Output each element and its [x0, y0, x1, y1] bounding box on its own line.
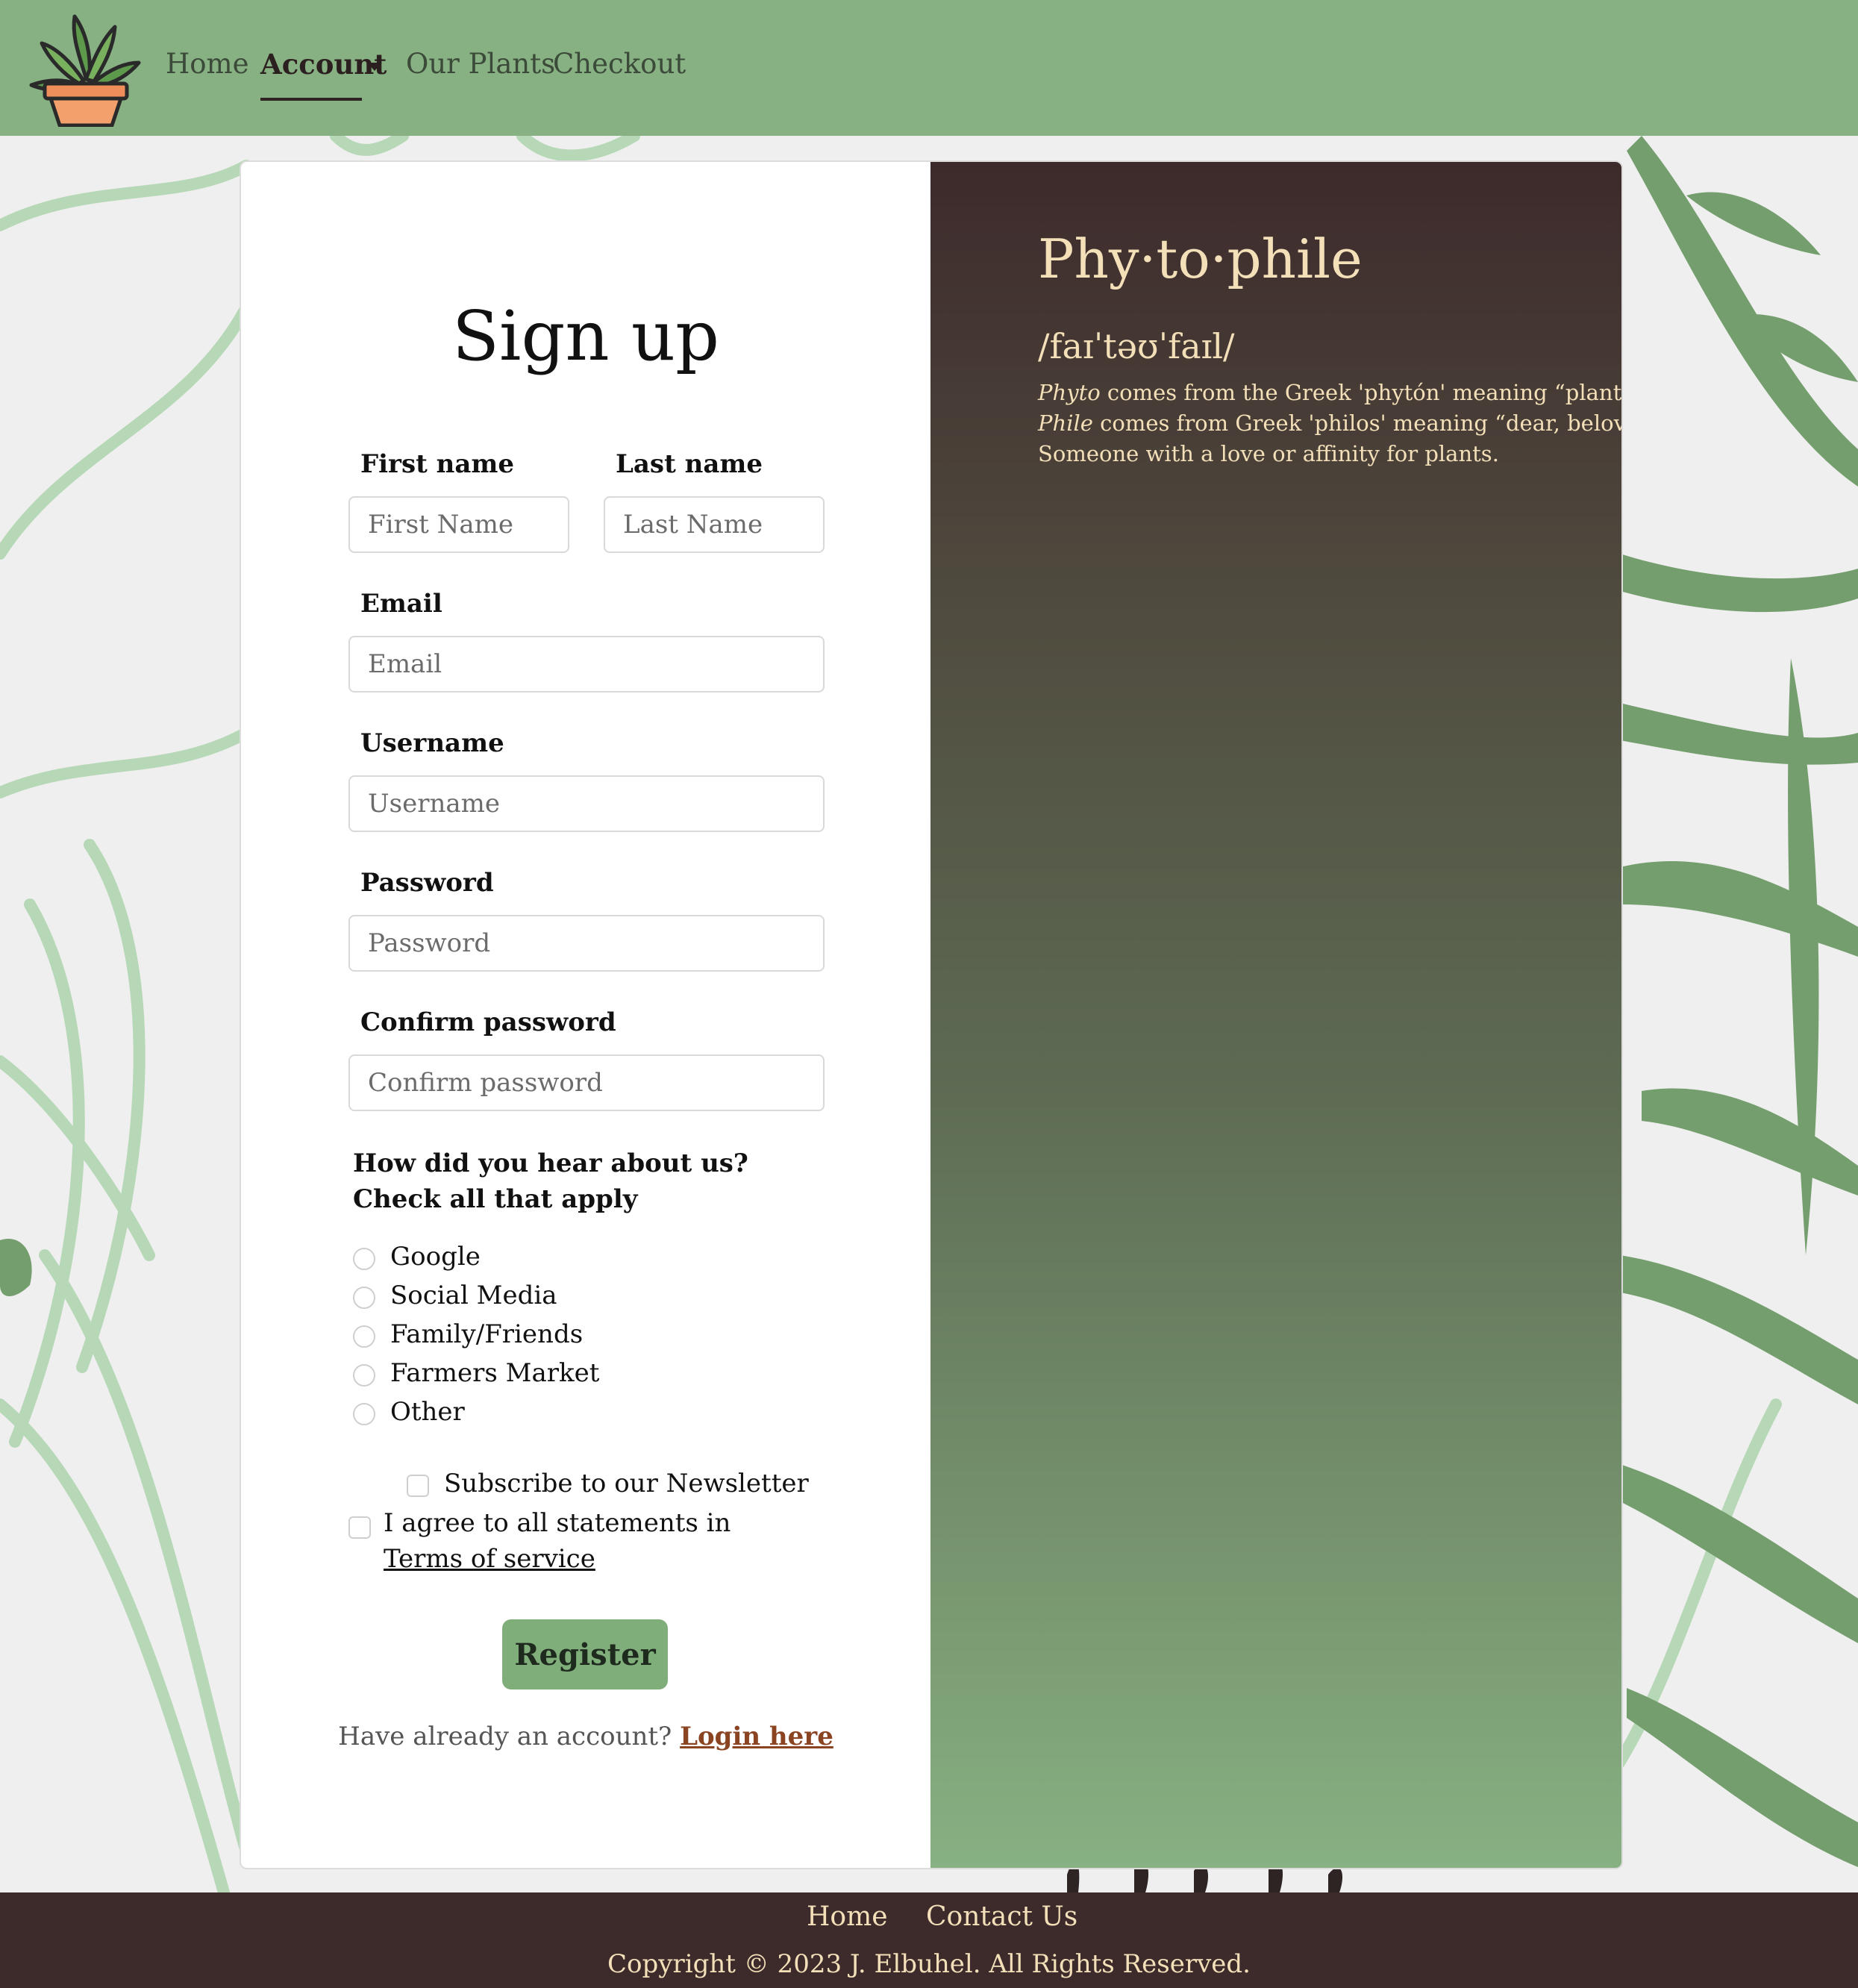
source-family-friends-label: Family/Friends [390, 1319, 584, 1349]
phyto-meaning: comes from the Greek 'phytón' meaning “p… [1100, 380, 1623, 405]
copyright-text: Copyright © 2023 J. Elbuhel. All Rights … [607, 1949, 1251, 1979]
active-nav-indicator [260, 98, 362, 101]
source-other-label: Other [390, 1397, 465, 1427]
email-field[interactable] [348, 636, 825, 693]
top-navbar: Home Account Our Plants Checkout [0, 0, 1858, 136]
login-prompt-text: Have already an account? [338, 1722, 681, 1751]
definition-line-1: Phyto comes from the Greek 'phytón' mean… [1038, 380, 1623, 405]
source-family-friends-radio[interactable] [353, 1325, 375, 1348]
username-field[interactable] [348, 775, 825, 832]
first-name-label: First name [360, 449, 515, 479]
register-button[interactable]: Register [502, 1619, 668, 1690]
chevron-down-icon[interactable] [367, 63, 382, 71]
footer-home-link[interactable]: Home [807, 1901, 888, 1932]
source-other-radio[interactable] [353, 1403, 375, 1425]
login-link[interactable]: Login here [680, 1722, 833, 1751]
nav-checkout-link[interactable]: Checkout [553, 48, 686, 80]
definition-pronunciation: /faɪˈtəʊˈfaɪl/ [1038, 326, 1235, 366]
first-name-field[interactable] [348, 496, 569, 553]
source-farmers-market-radio[interactable] [353, 1364, 375, 1387]
source-social-media-label: Social Media [390, 1281, 557, 1310]
login-prompt: Have already an account? Login here [241, 1722, 930, 1751]
newsletter-label: Subscribe to our Newsletter [444, 1469, 809, 1498]
source-google-radio[interactable] [353, 1248, 375, 1270]
potted-plant-logo-icon[interactable] [27, 10, 145, 127]
terms-agreement-text: I agree to all statements in Terms of se… [384, 1505, 801, 1577]
confirm-password-field[interactable] [348, 1054, 825, 1111]
phile-term: Phile [1038, 410, 1093, 436]
referral-question: How did you hear about us? Check all tha… [353, 1148, 748, 1214]
confirm-password-label: Confirm password [360, 1007, 616, 1037]
page-footer: Home Contact Us Copyright © 2023 J. Elbu… [0, 1892, 1858, 1988]
password-field[interactable] [348, 915, 825, 972]
phile-meaning: comes from Greek 'philos' meaning “dear,… [1092, 410, 1623, 436]
source-farmers-market-label: Farmers Market [390, 1358, 600, 1388]
newsletter-checkbox[interactable] [407, 1475, 429, 1497]
last-name-label: Last name [616, 449, 763, 479]
terms-prefix: I agree to all statements in [384, 1508, 731, 1538]
signup-card: Sign up First name Last name Email Usern… [240, 160, 1623, 1869]
page-title: Sign up [452, 296, 719, 376]
definition-word: Phy·to·phile [1038, 228, 1363, 290]
source-google-label: Google [390, 1242, 481, 1272]
terms-checkbox[interactable] [348, 1516, 371, 1539]
phyto-term: Phyto [1038, 380, 1101, 405]
terms-of-service-link[interactable]: Terms of service [384, 1544, 595, 1574]
source-social-media-radio[interactable] [353, 1287, 375, 1309]
nav-home-link[interactable]: Home [166, 48, 249, 80]
footer-contact-link[interactable]: Contact Us [926, 1901, 1077, 1932]
password-label: Password [360, 868, 494, 898]
username-label: Username [360, 728, 504, 758]
email-label: Email [360, 589, 442, 619]
nav-our-plants-link[interactable]: Our Plants [406, 48, 555, 80]
last-name-field[interactable] [604, 496, 825, 553]
definition-line-2: Phile comes from Greek 'philos' meaning … [1038, 410, 1623, 436]
definition-line-3: Someone with a love or affinity for plan… [1038, 441, 1499, 466]
